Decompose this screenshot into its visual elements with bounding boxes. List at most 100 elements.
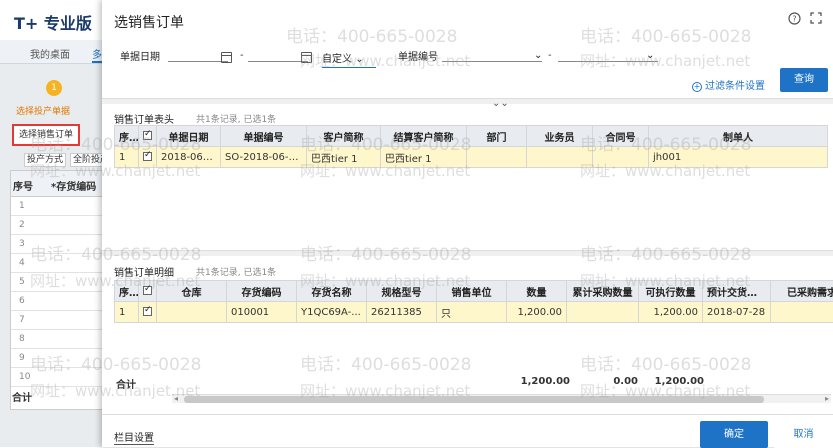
col-header[interactable]: 部门 [467,126,527,147]
col-header[interactable]: 预计交货日期 [703,281,771,302]
ok-button[interactable]: 确定 [700,421,768,448]
table-row[interactable]: 1 2018-06-13 SO-2018-06-0001 巴西tier 1 巴西… [115,147,828,168]
row-checkbox[interactable] [139,147,157,168]
col-header[interactable]: 规格型号 [367,281,437,302]
calendar-icon[interactable] [301,52,312,63]
cell-no: 1 [115,302,139,323]
select-all-checkbox[interactable] [139,126,157,147]
col-header[interactable]: 累计采购数量 [567,281,639,302]
total-exec-qty: 1,200.00 [638,376,704,387]
bg-row: 7 [11,311,109,330]
cell-maker: jh001 [649,147,828,168]
select-sales-order-button[interactable]: 选择销售订单 [12,124,80,146]
app-logo: T+ 专业版 [14,10,92,34]
col-header[interactable]: 客户简称 [307,126,381,147]
bg-row: 3 [11,235,109,254]
cell-warehouse [157,302,227,323]
cell-inv-name: Y1QC69A-... [297,302,367,323]
query-button[interactable]: 查询 [780,68,828,92]
section-divider[interactable] [102,250,833,256]
header-table: 序号 单据日期 单据编号 客户简称 结算客户简称 部门 业务员 合同号 制单人 … [114,125,828,168]
col-header[interactable]: 已采购需求 [771,281,833,302]
bg-row: 8 [11,330,109,349]
code-to-input[interactable] [558,60,658,62]
col-header[interactable]: 制单人 [649,126,828,147]
checkbox-icon [143,307,152,316]
filter-collapse-bar[interactable] [102,98,833,104]
step-indicator: 1 [46,80,62,96]
tab-more[interactable]: 多 [92,46,102,63]
maximize-icon[interactable] [809,12,822,25]
col-header[interactable]: 序号 [115,126,139,147]
header-section-summary: 共1条记录, 已选1条 [196,112,276,125]
col-header[interactable]: 数量 [507,281,567,302]
code-filter-label: 单据编号 [398,48,438,63]
background-total-label: 合计 [12,389,32,404]
date-from-input[interactable] [168,60,228,62]
col-header[interactable]: 合同号 [593,126,649,147]
double-chevron-down-icon[interactable]: ⌄⌄ [492,98,509,109]
horizontal-scrollbar[interactable]: ◂ ▸ [172,394,831,403]
cell-salesman [527,147,593,168]
cell-qty: 1,200.00 [507,302,567,323]
cell-exec-qty: 1,200.00 [639,302,703,323]
col-header[interactable]: 可执行数量 [639,281,703,302]
select-all-checkbox[interactable] [139,281,157,302]
chevron-down-icon[interactable]: ⌄ [534,50,542,61]
total-qty: 1,200.00 [502,376,570,387]
calendar-icon[interactable] [221,52,232,63]
cell-inv-code: 010001 [227,302,297,323]
bg-col-no: 序号 [13,178,33,193]
col-header[interactable]: 序号 [115,281,139,302]
table-row[interactable]: 1 010001 Y1QC69A-... 26211385 只 1,200.00… [115,302,833,323]
bg-row: 9 [11,349,109,368]
scroll-right-icon[interactable]: ▸ [825,394,829,403]
dialog-title: 选销售订单 [114,12,184,32]
date-to-input[interactable] [248,60,308,62]
checkbox-icon [143,286,152,295]
code-range-separator: - [548,50,552,61]
row-checkbox[interactable] [139,302,157,323]
date-mode-value: 自定义 [322,54,352,65]
dialog-footer: 栏目设置 确定 取消 [102,414,833,447]
date-mode-select[interactable]: 自定义 ⌄ [322,50,376,68]
bg-row: 4 [11,254,109,273]
col-header[interactable]: 结算客户简称 [381,126,467,147]
bg-row: 10 [11,368,109,387]
cell-no: 1 [115,147,139,168]
checkbox-icon [143,131,152,140]
filter-settings-label: 过滤条件设置 [705,81,765,92]
cancel-button[interactable]: 取消 [774,421,833,448]
filter-settings-link[interactable]: +过滤条件设置 [692,77,765,92]
header-section-title: 销售订单表头 [114,111,174,126]
col-header[interactable]: 销售单位 [437,281,507,302]
col-header[interactable]: 业务员 [527,126,593,147]
col-header[interactable]: 存货名称 [297,281,367,302]
tab-desktop[interactable]: 我的桌面 [30,46,70,61]
col-header[interactable]: 仓库 [157,281,227,302]
cell-spec: 26211385 [367,302,437,323]
date-filter-label: 单据日期 [120,48,160,63]
col-header[interactable]: 单据日期 [157,126,221,147]
bg-row: 5 [11,273,109,292]
code-from-input[interactable] [442,60,542,62]
chevron-down-icon[interactable]: ⌄ [646,50,654,61]
cell-delivery-date: 2018-07-28 [703,302,771,323]
col-header[interactable]: 存货编码 [227,281,297,302]
production-mode-button[interactable]: 投产方式 [24,153,66,167]
svg-text:?: ? [792,15,796,24]
column-settings-link[interactable]: 栏目设置 [114,429,154,445]
col-header[interactable]: 单据编号 [221,126,307,147]
cell-date: 2018-06-13 [157,147,221,168]
cell-cum-purchase [567,302,639,323]
scroll-left-icon[interactable]: ◂ [174,394,178,403]
background-grid: 序号 *存货编码 1 2 3 4 5 6 7 8 9 10 [10,170,110,410]
help-icon[interactable]: ? [788,12,801,25]
scrollbar-thumb[interactable] [184,396,764,403]
cell-dept [467,147,527,168]
total-label: 合计 [116,376,136,391]
select-sales-order-dialog: 选销售订单 ? 单据日期 - 自定义 ⌄ 单据编号 ⌄ - ⌄ +过滤条件设置 … [102,0,833,447]
plus-circle-icon: + [692,82,702,92]
app-tabs: 我的桌面 多 [0,40,110,64]
bg-row: 2 [11,216,109,235]
